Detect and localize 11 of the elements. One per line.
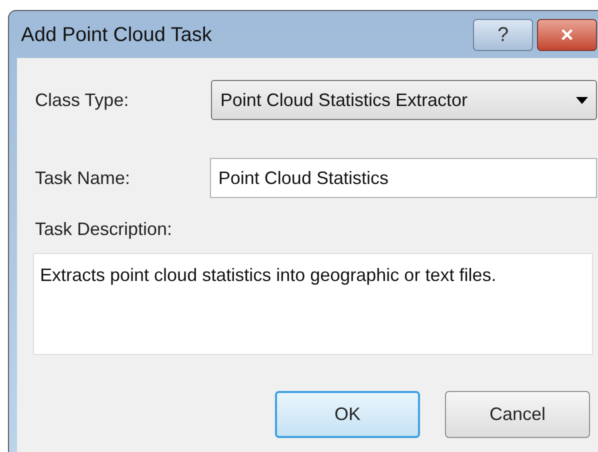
dropdown-arrow-icon bbox=[576, 96, 588, 104]
task-name-label: Task Name: bbox=[35, 166, 132, 190]
task-description-field[interactable]: Extracts point cloud statistics into geographic or text files. bbox=[33, 253, 593, 355]
cancel-button[interactable]: Cancel bbox=[445, 391, 590, 438]
window-title: Add Point Cloud Task bbox=[21, 22, 213, 48]
ok-button[interactable]: OK bbox=[275, 391, 420, 438]
task-name-field[interactable]: Point Cloud Statistics bbox=[210, 158, 597, 198]
class-type-label: Class Type: bbox=[35, 88, 130, 112]
help-button[interactable]: ? bbox=[473, 18, 533, 50]
task-description-label: Task Description: bbox=[35, 219, 172, 239]
class-type-dropdown[interactable]: Point Cloud Statistics Extractor bbox=[211, 80, 597, 120]
